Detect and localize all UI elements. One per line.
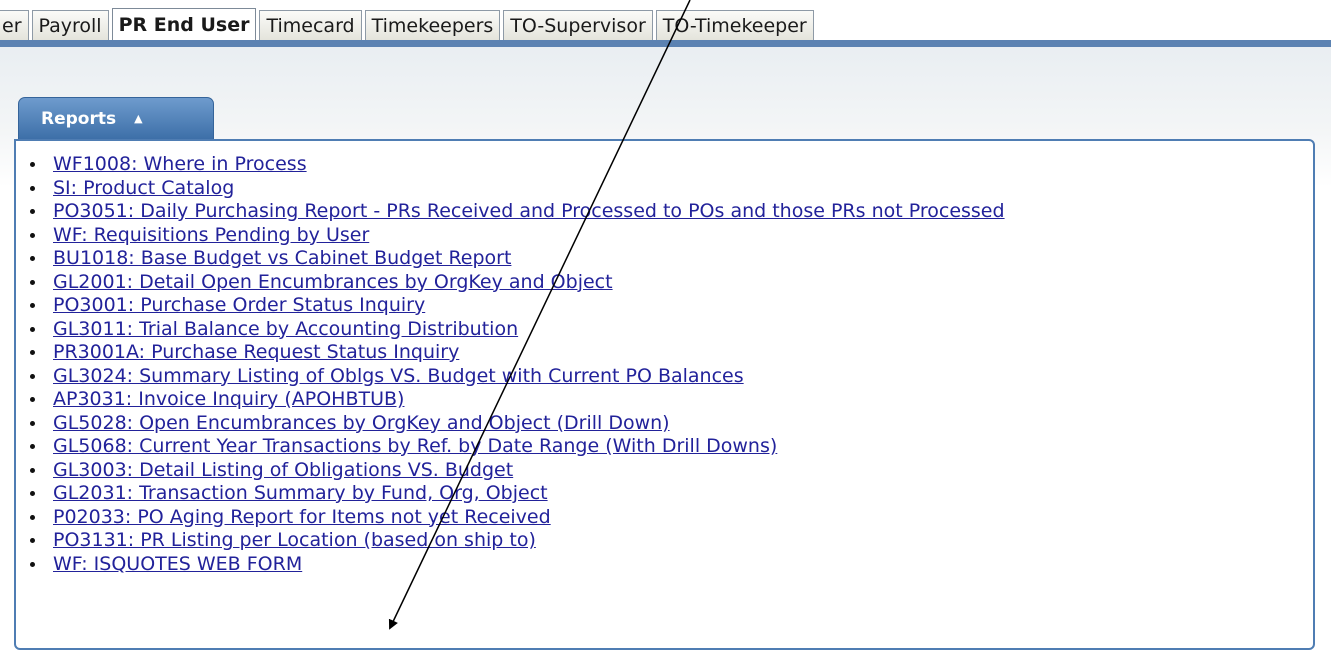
list-item: AP3031: Invoice Inquiry (APOHBTUB) [30,388,1005,412]
report-link[interactable]: PO3051: Daily Purchasing Report - PRs Re… [53,200,1005,224]
report-link[interactable]: GL5028: Open Encumbrances by OrgKey and … [53,412,670,436]
list-item: GL3003: Detail Listing of Obligations VS… [30,459,1005,483]
bullet-icon [30,514,35,520]
report-link[interactable]: PO3131: PR Listing per Location (based o… [53,529,536,553]
bullet-icon [30,209,35,215]
report-link[interactable]: GL2001: Detail Open Encumbrances by OrgK… [53,271,613,295]
report-link[interactable]: WF: Requisitions Pending by User [53,224,369,248]
list-item: GL5028: Open Encumbrances by OrgKey and … [30,412,1005,436]
report-link[interactable]: WF1008: Where in Process [53,153,307,177]
list-item: WF: ISQUOTES WEB FORM [30,553,1005,577]
tab-bar-rule [0,40,1331,47]
list-item: P02033: PO Aging Report for Items not ye… [30,506,1005,530]
list-item: WF: Requisitions Pending by User [30,224,1005,248]
bullet-icon [30,373,35,379]
tab-to-supervisor[interactable]: TO-Supervisor [503,10,653,40]
bullet-icon [30,397,35,403]
list-item: GL3011: Trial Balance by Accounting Dist… [30,318,1005,342]
report-link[interactable]: PO3001: Purchase Order Status Inquiry [53,294,425,318]
list-item: GL2001: Detail Open Encumbrances by OrgK… [30,271,1005,295]
tab-row: er Payroll PR End User Timecard Timekeepers T… [0,8,817,40]
report-link[interactable]: AP3031: Invoice Inquiry (APOHBTUB) [53,388,404,412]
bullet-icon [30,491,35,497]
tab-er[interactable]: er [0,10,29,40]
reports-portlet: WF1008: Where in Process SI: Product Cata… [14,139,1315,650]
reports-list: WF1008: Where in Process SI: Product Cata… [30,153,1005,576]
bullet-icon [30,561,35,567]
list-item: WF1008: Where in Process [30,153,1005,177]
list-item: GL2031: Transaction Summary by Fund, Org… [30,482,1005,506]
portlet-title: Reports [41,108,117,129]
tab-pr-end-user[interactable]: PR End User [111,8,257,40]
report-link[interactable]: BU1018: Base Budget vs Cabinet Budget Re… [53,247,511,271]
tab-timecard[interactable]: Timecard [259,10,362,40]
bullet-icon [30,232,35,238]
report-link[interactable]: GL3024: Summary Listing of Oblgs VS. Bud… [53,365,744,389]
bullet-icon [30,185,35,191]
report-link[interactable]: P02033: PO Aging Report for Items not ye… [53,506,551,530]
report-link[interactable]: GL5068: Current Year Transactions by Ref… [53,435,777,459]
report-link[interactable]: GL2031: Transaction Summary by Fund, Org… [53,482,548,506]
tab-timekeepers[interactable]: Timekeepers [364,10,501,40]
list-item: PR3001A: Purchase Request Status Inquiry [30,341,1005,365]
list-item: PO3051: Daily Purchasing Report - PRs Re… [30,200,1005,224]
list-item: PO3131: PR Listing per Location (based o… [30,529,1005,553]
report-link[interactable]: GL3011: Trial Balance by Accounting Dist… [53,318,518,342]
bullet-icon [30,444,35,450]
bullet-icon [30,538,35,544]
bullet-icon [30,350,35,356]
report-link[interactable]: SI: Product Catalog [53,177,234,201]
list-item: BU1018: Base Budget vs Cabinet Budget Re… [30,247,1005,271]
tab-to-timekeeper[interactable]: TO-Timekeeper [655,10,814,40]
list-item: PO3001: Purchase Order Status Inquiry [30,294,1005,318]
bullet-icon [30,420,35,426]
bullet-icon [30,467,35,473]
bullet-icon [30,279,35,285]
caret-up-icon[interactable]: ▲ [134,112,142,125]
list-item: SI: Product Catalog [30,177,1005,201]
report-link[interactable]: PR3001A: Purchase Request Status Inquiry [53,341,459,365]
list-item: GL3024: Summary Listing of Oblgs VS. Bud… [30,365,1005,389]
report-link[interactable]: GL3003: Detail Listing of Obligations VS… [53,459,513,483]
list-item: GL5068: Current Year Transactions by Ref… [30,435,1005,459]
reports-portlet-header[interactable]: Reports ▲ [18,97,214,139]
bullet-icon [30,256,35,262]
bullet-icon [30,303,35,309]
tab-payroll[interactable]: Payroll [31,10,109,40]
bullet-icon [30,162,35,168]
report-link[interactable]: WF: ISQUOTES WEB FORM [53,553,302,577]
bullet-icon [30,326,35,332]
